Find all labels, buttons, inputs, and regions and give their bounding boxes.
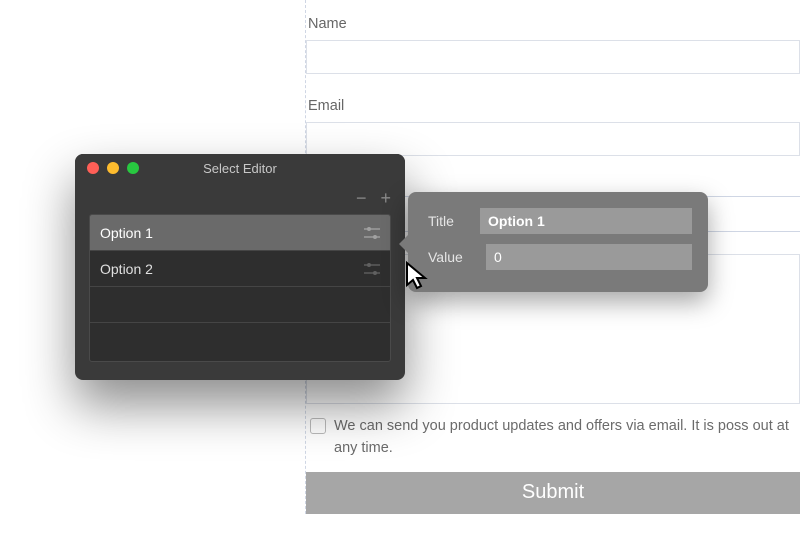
- option-label: Option 1: [100, 225, 153, 241]
- add-option-button[interactable]: +: [380, 189, 391, 207]
- submit-label: Submit: [522, 481, 584, 504]
- value-input[interactable]: [486, 244, 692, 270]
- sliders-icon[interactable]: [364, 262, 380, 276]
- remove-option-button[interactable]: −: [356, 189, 367, 207]
- title-input[interactable]: [480, 208, 692, 234]
- option-row-empty: [90, 287, 390, 323]
- editor-toolbar: − +: [75, 182, 405, 214]
- title-field-row: Title: [428, 208, 692, 234]
- select-editor-window: Select Editor − + Option 1 Option 2: [75, 154, 405, 380]
- window-titlebar[interactable]: Select Editor: [75, 154, 405, 182]
- value-field-row: Value: [428, 244, 692, 270]
- option-properties-popover: Title Value: [408, 192, 708, 292]
- sliders-icon[interactable]: [364, 226, 380, 240]
- name-input[interactable]: [306, 40, 800, 74]
- maximize-window-button[interactable]: [127, 162, 139, 174]
- option-label: Option 2: [100, 261, 153, 277]
- email-input[interactable]: [306, 122, 800, 156]
- marketing-checkbox[interactable]: [310, 418, 326, 434]
- value-field-label: Value: [428, 249, 472, 265]
- option-list: Option 1 Option 2: [89, 214, 391, 362]
- close-window-button[interactable]: [87, 162, 99, 174]
- name-label: Name: [306, 0, 800, 40]
- checkbox-label: We can send you product updates and offe…: [334, 416, 796, 460]
- submit-button[interactable]: Submit: [306, 472, 800, 514]
- checkbox-row: We can send you product updates and offe…: [306, 404, 800, 460]
- traffic-lights: [87, 162, 139, 174]
- minimize-window-button[interactable]: [107, 162, 119, 174]
- email-label: Email: [306, 82, 800, 122]
- option-row[interactable]: Option 2: [90, 251, 390, 287]
- option-row[interactable]: Option 1: [90, 215, 390, 251]
- title-field-label: Title: [428, 213, 466, 229]
- option-row-empty: [90, 323, 390, 359]
